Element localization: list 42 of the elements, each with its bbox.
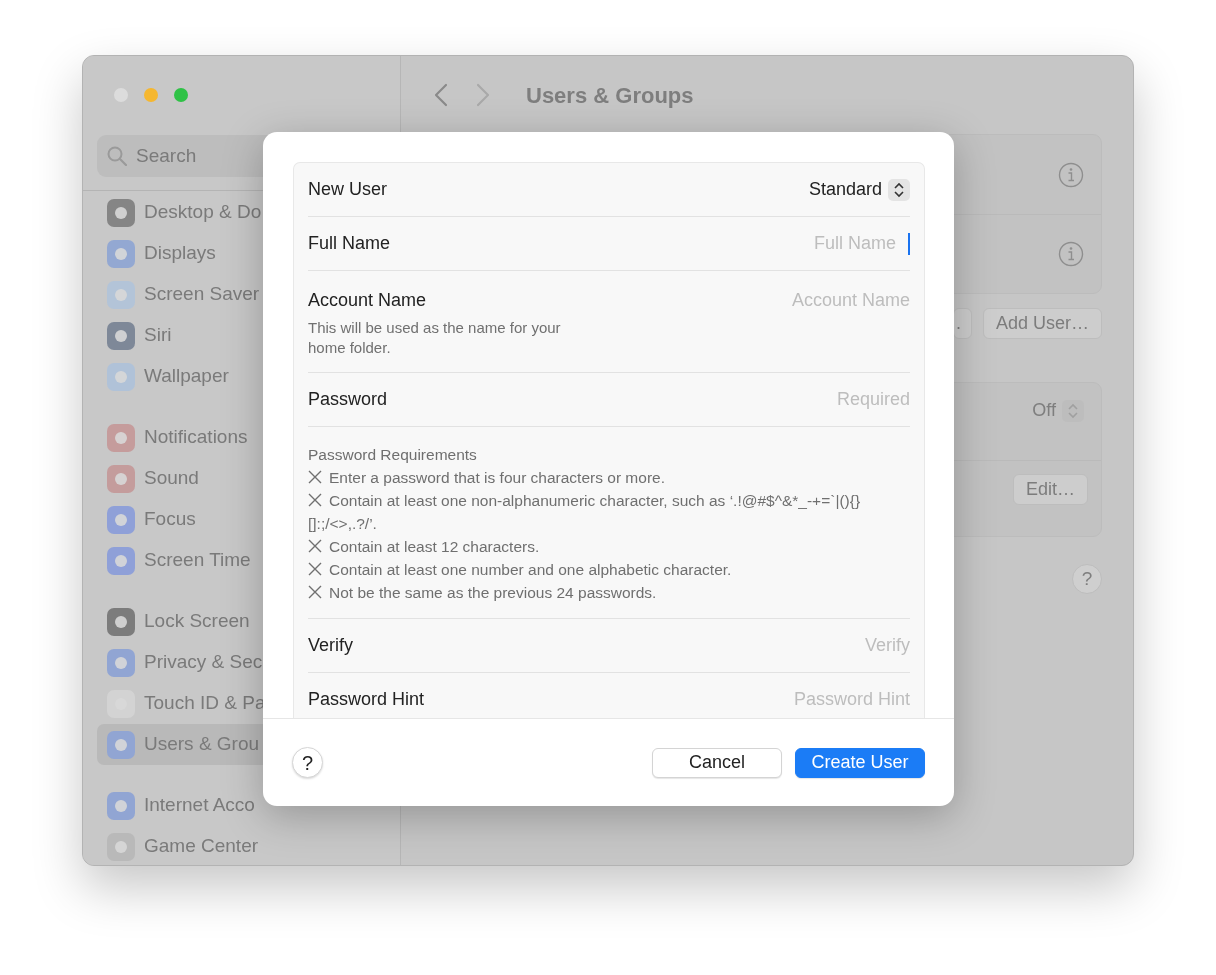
- chevron-left-icon: [434, 83, 448, 108]
- sidebar-item[interactable]: Internet Acco: [97, 785, 427, 826]
- sidebar-item[interactable]: Game Center: [97, 826, 427, 865]
- chevron-right-icon: [476, 83, 490, 108]
- field-label: Verify: [308, 634, 354, 657]
- create-user-button[interactable]: Create User: [795, 747, 925, 778]
- action-button[interactable]: Add User…: [982, 308, 1102, 339]
- field-label: Account Name: [308, 289, 428, 312]
- requirement-text: Not be the same as the previous 24 passwords.: [329, 584, 657, 601]
- requirement-text: Contain at least one non-alphanumeric character, such as ‘.!@#$^&*_-+=`|(){}[]:;/<>,.?/’.: [308, 492, 861, 532]
- text-field[interactable]: Required: [399, 386, 910, 413]
- stepper-icon: [893, 181, 905, 198]
- info-icon: [1058, 241, 1084, 267]
- requirement-text: Enter a password that is four characters or more.: [329, 469, 665, 486]
- requirement-text: Contain at least 12 characters.: [329, 538, 540, 555]
- field-label: Full Name: [308, 232, 391, 255]
- info-button[interactable]: [1058, 241, 1084, 267]
- info-button[interactable]: [1058, 161, 1084, 188]
- info-icon: [1058, 161, 1084, 188]
- field-label: Password: [308, 388, 388, 411]
- window-title: Users & Groups: [526, 81, 694, 110]
- zoom-button[interactable]: [174, 88, 188, 102]
- stepper-icon: [1067, 402, 1079, 419]
- help-button[interactable]: ?: [292, 747, 323, 778]
- requirement-text: Contain at least one number and one alphabetic character.: [329, 561, 732, 578]
- text-field[interactable]: Full Name: [402, 230, 906, 257]
- search-icon: [107, 146, 127, 166]
- back-button[interactable]: [434, 82, 448, 108]
- text-field[interactable]: Account Name: [605, 287, 910, 314]
- cancel-button[interactable]: Cancel: [652, 747, 782, 778]
- forward-button[interactable]: [476, 82, 490, 108]
- account-type-popup[interactable]: Standard: [808, 176, 910, 203]
- text-field[interactable]: Password Hint: [436, 686, 910, 713]
- minimize-button[interactable]: [144, 88, 158, 102]
- help-button[interactable]: ?: [1072, 564, 1102, 594]
- row-label: New User: [308, 178, 387, 201]
- setting-popup[interactable]: Off: [1032, 397, 1084, 424]
- field-label: Password Hint: [308, 688, 425, 711]
- field-description: This will be used as the name for your home folder.: [308, 318, 562, 358]
- requirements-title: Password Requirements: [308, 445, 478, 465]
- edit-button[interactable]: Edit…: [1012, 474, 1088, 505]
- text-field[interactable]: Verify: [365, 632, 910, 659]
